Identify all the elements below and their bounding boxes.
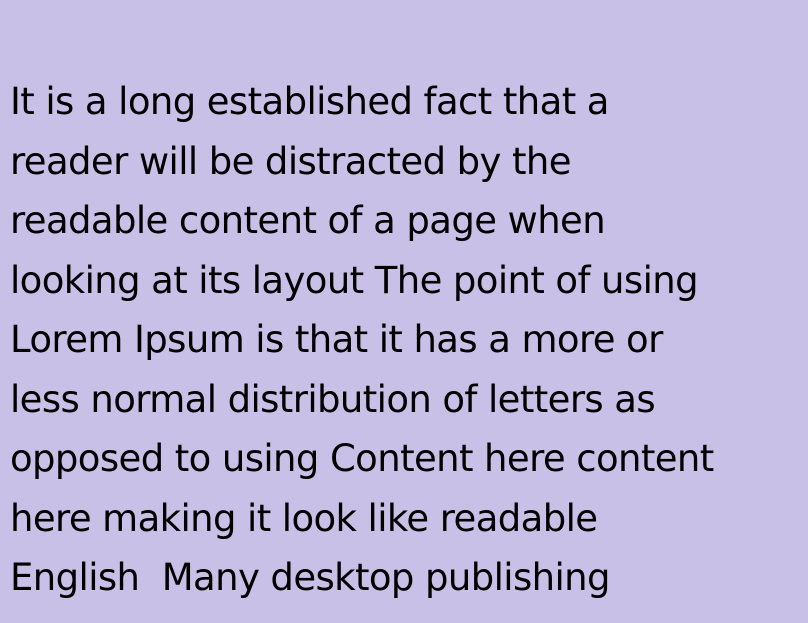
paragraph-line-4: looking at its layout The point of using [10, 258, 699, 302]
paragraph-line-1: It is a long established fact that a [10, 80, 609, 123]
paragraph-line-8: here making it look like readable [10, 496, 598, 540]
paragraph-line-2: reader will be distracted by the [10, 139, 572, 183]
paragraph-line-7: opposed to using Content here content [10, 437, 714, 480]
paragraph-line-5: Lorem Ipsum is that it has a more or [10, 318, 663, 361]
paragraph-line-6: less normal distribution of letters as [10, 377, 656, 421]
paragraph-line-3: readable content of a page when [10, 199, 606, 242]
page: { "paragraph": { "lines": [ "It is a lon… [0, 0, 808, 623]
paragraph-line-9: English Many desktop publishing [10, 556, 611, 599]
body-paragraph: It is a long established fact that a rea… [10, 72, 800, 608]
